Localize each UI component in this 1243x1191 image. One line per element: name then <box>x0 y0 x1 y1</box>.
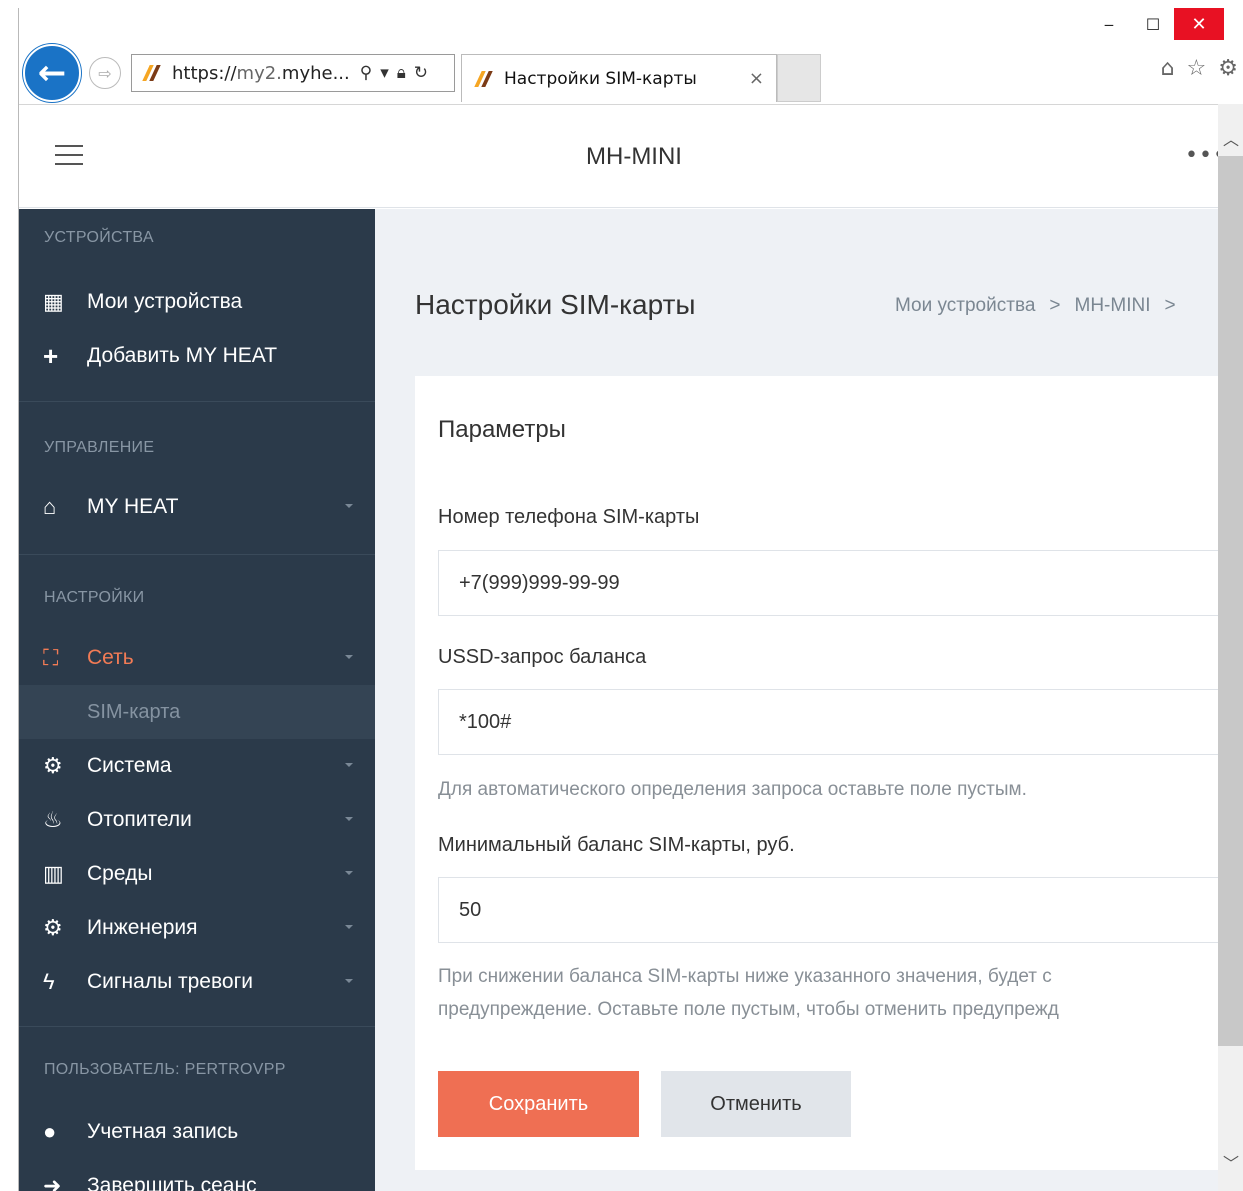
breadcrumb-separator: > <box>1049 295 1061 316</box>
address-row: ← ⇨ https://my2.myhe... ⚲ ▾ 🔒︎ ↻ Настрой… <box>19 42 1243 104</box>
minimize-button[interactable]: ‒ <box>1089 8 1129 40</box>
sidebar-item-label: Среды <box>87 862 153 885</box>
refresh-icon[interactable]: ↻ <box>414 63 428 83</box>
sidebar-item-label: MY HEAT <box>87 495 179 518</box>
dropdown-icon[interactable]: ▾ <box>380 63 389 83</box>
sidebar-item-engineering[interactable]: ⚙ Инженерия <box>19 901 375 955</box>
caret-down-icon <box>345 979 353 983</box>
forward-button[interactable]: ⇨ <box>89 57 121 89</box>
parameters-card: Параметры Номер телефона SIM-карты USSD-… <box>415 376 1228 1170</box>
sidebar-item-account[interactable]: ● Учетная запись <box>19 1105 375 1159</box>
sidebar-item-my-heat[interactable]: ⌂ MY HEAT <box>19 480 375 534</box>
web-page: MH-MINI ••• УСТРОЙСТВА ▦ Мои устройства … <box>19 104 1243 1191</box>
home-icon[interactable]: ⌂ <box>1161 56 1175 81</box>
url-text: https://my2.myhe... <box>172 62 350 84</box>
breadcrumb-link-device[interactable]: MH-MINI <box>1075 295 1151 316</box>
tab-title: Настройки SIM-карты <box>504 68 697 89</box>
arrow-left-icon: ← <box>37 53 67 93</box>
star-icon[interactable]: ☆ <box>1187 56 1207 81</box>
ussd-input[interactable] <box>438 689 1228 755</box>
phone-input[interactable] <box>438 550 1228 616</box>
device-title: MH-MINI <box>586 143 682 170</box>
sitemap-icon: ⛶ <box>43 645 59 670</box>
sidebar-item-label: Завершить сеанс <box>87 1174 257 1191</box>
sidebar-item-label: Сигналы тревоги <box>87 970 253 993</box>
section-user: ПОЛЬЗОВАТЕЛЬ: PERTROVPP <box>44 1061 286 1078</box>
caret-down-icon <box>345 817 353 821</box>
tab-close-icon[interactable]: × <box>749 68 764 89</box>
home-icon: ⌂ <box>43 494 57 519</box>
caret-down-icon <box>345 655 353 659</box>
caret-down-icon <box>345 871 353 875</box>
caret-down-icon <box>345 925 353 929</box>
scroll-down-icon[interactable]: ﹀ <box>1223 1150 1239 1174</box>
site-favicon-icon <box>140 64 162 82</box>
card-title: Параметры <box>438 416 566 443</box>
cogs-icon: ⚙ <box>43 915 63 940</box>
ussd-label: USSD-запрос баланса <box>438 646 647 668</box>
user-icon: ● <box>43 1119 57 1144</box>
breadcrumb-link-my-devices[interactable]: Мои устройства <box>895 295 1035 316</box>
sidebar-item-heaters[interactable]: ♨ Отопители <box>19 793 375 847</box>
sidebar-item-add-device[interactable]: + Добавить MY HEAT <box>19 329 375 383</box>
phone-label: Номер телефона SIM-карты <box>438 506 700 528</box>
ussd-help-text: Для автоматического определения запроса … <box>438 779 1027 800</box>
min-balance-label: Минимальный баланс SIM-карты, руб. <box>438 834 795 856</box>
sidebar-item-label: Отопители <box>87 808 192 831</box>
sidebar-item-alarms[interactable]: ϟ Сигналы тревоги <box>19 955 375 1009</box>
sidebar: УСТРОЙСТВА ▦ Мои устройства + Добавить M… <box>19 209 375 1191</box>
flame-icon: ♨ <box>43 807 63 832</box>
sidebar-subitem-sim-card[interactable]: SIM-карта <box>19 685 375 739</box>
vertical-scrollbar[interactable]: ︿ ﹀ <box>1218 104 1243 1191</box>
top-bar: MH-MINI ••• <box>19 104 1226 208</box>
sidebar-item-environments[interactable]: ▥ Среды <box>19 847 375 901</box>
close-window-button[interactable]: ✕ <box>1174 8 1224 40</box>
min-balance-help-line2: предупреждение. Оставьте поле пустым, чт… <box>438 999 1059 1020</box>
sidebar-item-network[interactable]: ⛶ Сеть <box>19 631 375 685</box>
sidebar-item-logout[interactable]: ➜ Завершить сеанс <box>19 1159 375 1191</box>
browser-tools: ⌂ ☆ ⚙ <box>1161 56 1238 81</box>
save-button[interactable]: Сохранить <box>438 1071 639 1137</box>
new-tab-button[interactable] <box>777 54 821 102</box>
tab-favicon-icon <box>472 70 494 88</box>
back-button[interactable]: ← <box>23 44 81 102</box>
sidebar-item-system[interactable]: ⚙ Система <box>19 739 375 793</box>
search-icon[interactable]: ⚲ <box>360 63 372 83</box>
caret-down-icon <box>345 504 353 508</box>
section-devices: УСТРОЙСТВА <box>44 229 154 246</box>
scrollbar-thumb[interactable] <box>1218 156 1243 1046</box>
scroll-up-icon[interactable]: ︿ <box>1223 126 1239 150</box>
min-balance-input[interactable] <box>438 877 1228 943</box>
sidebar-item-label: Сеть <box>87 646 134 669</box>
sidebar-item-label: Инженерия <box>87 916 198 939</box>
sign-out-icon: ➜ <box>43 1173 62 1191</box>
cog-icon: ⚙ <box>43 753 63 778</box>
cancel-button[interactable]: Отменить <box>661 1071 851 1137</box>
building-icon: ▥ <box>43 861 64 886</box>
bolt-icon: ϟ <box>43 969 55 994</box>
caret-down-icon <box>345 763 353 767</box>
min-balance-help-line1: При снижении баланса SIM-карты ниже указ… <box>438 966 1052 987</box>
address-bar[interactable]: https://my2.myhe... ⚲ ▾ 🔒︎ ↻ <box>131 54 455 92</box>
page-title: Настройки SIM-карты <box>415 289 696 320</box>
arrow-right-icon: ⇨ <box>98 63 112 83</box>
browser-window: ‒ ☐ ✕ ← ⇨ https://my2.myhe... ⚲ ▾ 🔒︎ ↻ Н… <box>18 8 1243 1191</box>
breadcrumb: Мои устройства > MH-MINI > <box>895 295 1190 317</box>
sidebar-item-label: Учетная запись <box>87 1120 239 1143</box>
main-content: Настройки SIM-карты Мои устройства > MH-MI… <box>375 209 1228 1191</box>
plus-icon: + <box>43 340 59 371</box>
breadcrumb-separator: > <box>1164 295 1176 316</box>
lock-icon[interactable]: 🔒︎ <box>397 63 406 83</box>
maximize-button[interactable]: ☐ <box>1133 8 1173 40</box>
sidebar-item-my-devices[interactable]: ▦ Мои устройства <box>19 275 375 329</box>
gear-icon[interactable]: ⚙ <box>1218 56 1238 81</box>
grid-icon: ▦ <box>43 289 64 314</box>
sidebar-item-label: Добавить MY HEAT <box>87 344 278 367</box>
sidebar-item-label: Мои устройства <box>87 290 243 313</box>
section-control: УПРАВЛЕНИЕ <box>44 439 155 456</box>
sidebar-item-label: Система <box>87 754 172 777</box>
tab-sim-settings[interactable]: Настройки SIM-карты × <box>461 54 777 102</box>
section-settings: НАСТРОЙКИ <box>44 589 145 606</box>
